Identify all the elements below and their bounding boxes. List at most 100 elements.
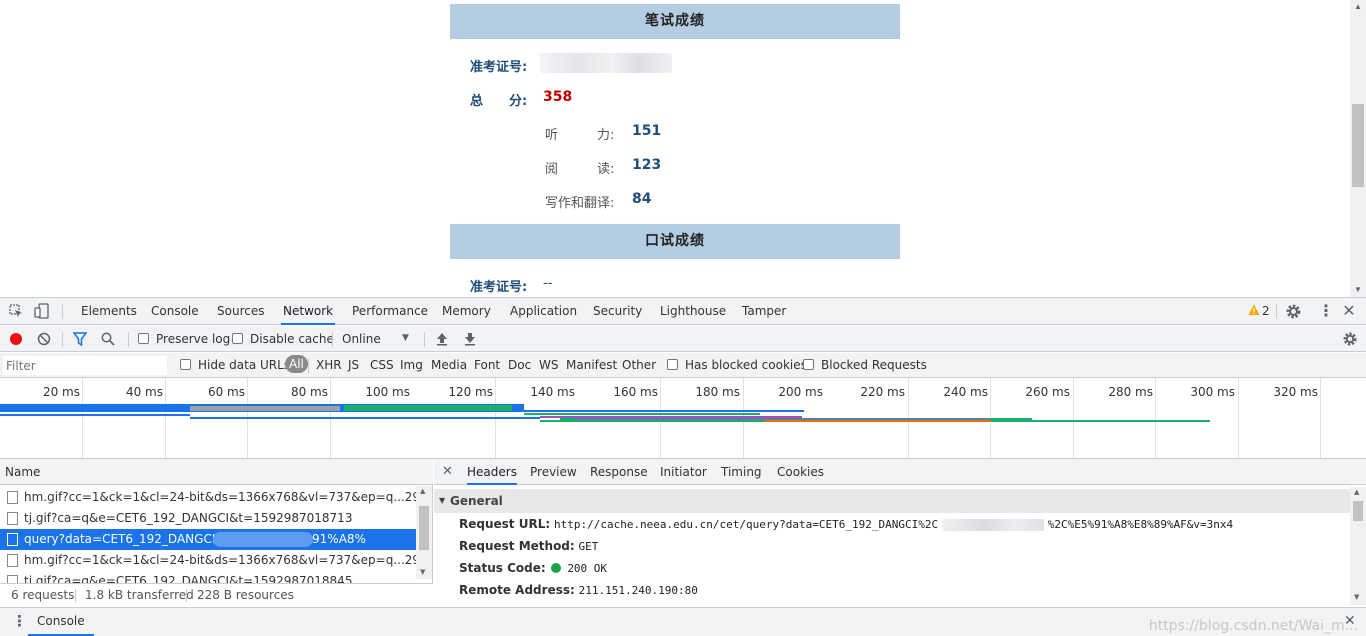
- tab-initiator[interactable]: Initiator: [660, 459, 707, 485]
- file-icon: [7, 554, 18, 567]
- request-list-scroll-thumb[interactable]: [419, 506, 429, 550]
- drawer-close-icon[interactable]: ✕: [1344, 613, 1356, 629]
- export-icon[interactable]: [464, 332, 476, 349]
- device-icon[interactable]: [34, 303, 50, 319]
- general-title: General: [450, 494, 503, 508]
- triangle-down-icon: ▼: [439, 496, 446, 505]
- scroll-down-icon[interactable]: ▼: [1354, 593, 1359, 601]
- type-filter-js[interactable]: JS: [348, 358, 359, 372]
- record-icon[interactable]: [9, 332, 23, 349]
- tab-response[interactable]: Response: [590, 459, 648, 485]
- remote-address-value: 211.151.240.190:80: [578, 584, 698, 597]
- import-icon[interactable]: [436, 332, 448, 349]
- type-filter-xhr[interactable]: XHR: [316, 358, 342, 372]
- tab-timing[interactable]: Timing: [721, 459, 762, 485]
- type-filter-ws[interactable]: WS: [539, 358, 558, 372]
- filter-input[interactable]: [3, 356, 167, 375]
- tab-sources[interactable]: Sources: [215, 298, 266, 325]
- network-toolbar: Preserve log Disable cache Online ▼: [0, 326, 1366, 352]
- page-scroll-thumb[interactable]: [1352, 104, 1364, 187]
- tab-elements[interactable]: Elements: [79, 298, 139, 325]
- request-row-query[interactable]: query?data=CET6_192_DANGCI%2C %2C%E5%91%…: [0, 529, 416, 550]
- scroll-down-icon[interactable]: ▼: [1354, 285, 1362, 294]
- request-row-hm-gif-2[interactable]: hm.gif?cc=1&ck=1&cl=24-bit&ds=1366x768&v…: [0, 550, 416, 571]
- summary-requests: 6 requests: [11, 588, 75, 602]
- request-list-scrollbar[interactable]: ▲ ▼: [416, 486, 432, 579]
- tab-tamper[interactable]: Tamper: [740, 298, 788, 325]
- clear-icon[interactable]: [37, 332, 51, 349]
- throttle-select[interactable]: Online: [342, 332, 381, 346]
- type-filter-doc[interactable]: Doc: [508, 358, 531, 372]
- remote-address-label: Remote Address:: [459, 583, 575, 597]
- toolbar-separator-2: [128, 332, 129, 347]
- filter-bar: Hide data URLs All XHR JS CSS Img Media …: [0, 353, 1366, 378]
- request-name: hm.gif?cc=1&ck=1&cl=24-bit&ds=1366x768&v…: [24, 490, 416, 504]
- drawer-menu-icon[interactable]: ⋮: [12, 612, 27, 630]
- more-icon[interactable]: ⋮: [1318, 301, 1334, 320]
- type-filter-other[interactable]: Other: [622, 358, 656, 372]
- has-blocked-cookies-checkbox[interactable]: [667, 359, 678, 370]
- tabbar-separator: [62, 304, 63, 319]
- listening-label: 听 力:: [545, 128, 615, 143]
- scroll-up-icon[interactable]: ▲: [1354, 2, 1362, 11]
- status-code-label: Status Code:: [459, 561, 546, 575]
- general-section-header[interactable]: ▼ General: [434, 489, 1350, 513]
- type-filter-all[interactable]: All: [285, 355, 308, 373]
- warning-icon[interactable]: [1248, 304, 1260, 319]
- chevron-down-icon[interactable]: ▼: [402, 333, 409, 343]
- tab-memory[interactable]: Memory: [440, 298, 493, 325]
- tab-network[interactable]: Network: [281, 298, 336, 325]
- devtools-tabbar: Elements Console Sources Network Perform…: [0, 298, 1366, 325]
- close-detail-icon[interactable]: ✕: [442, 464, 453, 479]
- tab-preview[interactable]: Preview: [530, 459, 577, 485]
- tab-console[interactable]: Console: [149, 298, 201, 325]
- total-label: 总 分:: [470, 94, 528, 109]
- inspect-icon[interactable]: [8, 303, 24, 319]
- search-icon[interactable]: [101, 332, 115, 349]
- scroll-up-icon[interactable]: ▲: [1354, 488, 1359, 496]
- page-scrollbar[interactable]: ▲ ▼: [1350, 0, 1366, 297]
- drawer-tab-console[interactable]: Console: [28, 608, 94, 636]
- disable-cache-checkbox[interactable]: [232, 333, 243, 344]
- type-filter-img[interactable]: Img: [400, 358, 423, 372]
- filter-icon[interactable]: [72, 332, 88, 349]
- tab-security[interactable]: Security: [591, 298, 644, 325]
- type-filter-manifest[interactable]: Manifest: [566, 358, 617, 372]
- redacted-blur: [213, 532, 313, 547]
- request-row-tj-gif-2[interactable]: tj.gif?ca=q&e=CET6_192_DANGCI&t=15929870…: [0, 571, 416, 583]
- type-filter-font[interactable]: Font: [474, 358, 500, 372]
- request-url-label: Request URL:: [459, 517, 551, 531]
- tab-headers[interactable]: Headers: [467, 459, 517, 485]
- type-filter-media[interactable]: Media: [431, 358, 467, 372]
- request-detail: ✕ Headers Preview Response Initiator Tim…: [434, 459, 1366, 607]
- scroll-up-icon[interactable]: ▲: [420, 487, 425, 495]
- request-row-hm-gif-1[interactable]: hm.gif?cc=1&ck=1&cl=24-bit&ds=1366x768&v…: [0, 487, 416, 508]
- gear-icon[interactable]: [1285, 303, 1302, 320]
- request-method-row: Request Method: GET: [459, 539, 598, 553]
- type-filter-css[interactable]: CSS: [370, 358, 394, 372]
- timeline-bars: [0, 404, 1210, 422]
- request-row-tj-gif-1[interactable]: tj.gif?ca=q&e=CET6_192_DANGCI&t=15929870…: [0, 508, 416, 529]
- request-name: query?data=CET6_192_DANGCI%2C %2C%E5%91%…: [24, 532, 366, 546]
- hide-data-urls-checkbox[interactable]: [180, 359, 191, 370]
- tab-lighthouse[interactable]: Lighthouse: [658, 298, 728, 325]
- detail-scroll-thumb[interactable]: [1353, 501, 1363, 521]
- tab-application[interactable]: Application: [508, 298, 579, 325]
- scroll-down-icon[interactable]: ▼: [420, 568, 425, 576]
- request-name: hm.gif?cc=1&ck=1&cl=24-bit&ds=1366x768&v…: [24, 553, 416, 567]
- network-summary: 6 requests 1.8 kB transferred 228 B reso…: [0, 583, 433, 607]
- close-icon[interactable]: ✕: [1342, 301, 1356, 320]
- status-code-row: Status Code: 200 OK: [459, 561, 607, 575]
- watermark: https://blog.csdn.net/Wai_m...: [1148, 618, 1358, 634]
- preserve-log-checkbox[interactable]: [138, 333, 149, 344]
- blocked-requests-checkbox[interactable]: [803, 359, 814, 370]
- oral-ticket-label: 准考证号:: [470, 280, 528, 295]
- tab-performance[interactable]: Performance: [350, 298, 430, 325]
- network-overview[interactable]: 20 ms 40 ms 60 ms 80 ms 100 ms 120 ms 14…: [0, 378, 1366, 459]
- status-code-value: 200 OK: [567, 562, 608, 575]
- tab-cookies[interactable]: Cookies: [777, 459, 824, 485]
- name-column-header[interactable]: Name: [0, 459, 433, 485]
- network-settings-gear-icon[interactable]: [1342, 331, 1358, 347]
- detail-scrollbar[interactable]: ▲ ▼: [1350, 487, 1366, 605]
- summary-separator: [186, 589, 187, 602]
